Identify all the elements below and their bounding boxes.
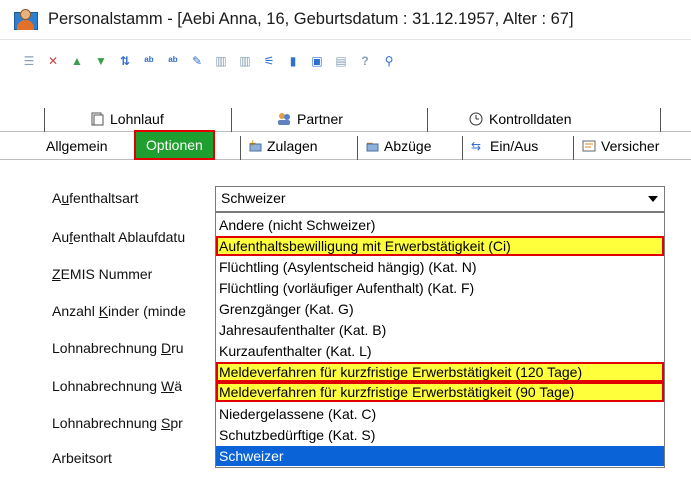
aufenthaltsart-dropdown-list: Andere (nicht Schweizer) Aufenthaltsbewi… <box>215 212 665 468</box>
option-schweizer[interactable]: Schweizer <box>216 446 664 466</box>
columns-icon[interactable]: ▥ <box>212 52 230 70</box>
indent-icon[interactable]: ☰ <box>20 52 38 70</box>
aufenthaltsart-select[interactable]: Schweizer <box>215 186 665 212</box>
tab-lohnlauf[interactable]: Lohnlauf <box>90 106 164 132</box>
toolbar: ☰ ✕ ▲ ▼ ⇅ ᵃᵇ ᵃᵇ ✎ ▥ ▥ ⚟ ▮ ▣ ▤ ? ⚲ <box>0 40 691 98</box>
svg-text:−: − <box>366 139 374 149</box>
option-niedergelassene[interactable]: Niedergelassene (Kat. C) <box>216 404 664 424</box>
edit-icon[interactable]: ✎ <box>188 52 206 70</box>
document-icon <box>90 112 104 126</box>
tab-optionen[interactable]: Optionen <box>134 130 215 160</box>
clock-icon <box>469 112 483 126</box>
option-fluechtling-n[interactable]: Flüchtling (Asylentscheid hängig) (Kat. … <box>216 257 664 277</box>
option-andere[interactable]: Andere (nicht Schweizer) <box>216 215 664 235</box>
tab-label: Optionen <box>146 137 203 153</box>
personnel-app-icon <box>14 8 40 32</box>
tab-label: Lohnlauf <box>110 111 164 127</box>
tab-label: Kontrolldaten <box>489 111 572 127</box>
option-fluechtling-f[interactable]: Flüchtling (vorläufiger Aufenthalt) (Kat… <box>216 278 664 298</box>
tab-row-upper: Lohnlauf Partner Kontrolldaten <box>0 106 691 132</box>
option-kurzaufenthalter[interactable]: Kurzaufenthalter (Kat. L) <box>216 341 664 361</box>
arrows-icon: ⇆ <box>471 139 482 153</box>
label-zemis-nummer: ZEMIS Nummer <box>52 266 153 282</box>
tab-zulagen[interactable]: + Zulagen <box>248 132 318 160</box>
chevron-down-icon[interactable] <box>642 187 664 211</box>
svg-text:+: + <box>249 139 257 149</box>
tab-kontrolldaten[interactable]: Kontrolldaten <box>469 106 572 132</box>
save-icon[interactable]: ▣ <box>308 52 326 70</box>
tab-partner[interactable]: Partner <box>277 106 343 132</box>
delete-row-icon[interactable]: ✕ <box>44 52 62 70</box>
columns-alt-icon[interactable]: ▥ <box>236 52 254 70</box>
label-aufenthaltsart: Aufenthaltsart <box>52 190 139 206</box>
arrow-up-icon[interactable]: ▲ <box>68 52 86 70</box>
chart-icon[interactable]: ▮ <box>284 52 302 70</box>
tab-versicherung[interactable]: Versicher <box>582 132 659 160</box>
merge-icon[interactable]: ⚟ <box>260 52 278 70</box>
tab-label: Versicher <box>601 138 660 154</box>
insurance-icon <box>582 139 596 153</box>
option-meldeverfahren-90[interactable]: Meldeverfahren für kurzfristige Erwerbst… <box>216 382 664 402</box>
minus-money-icon: − <box>365 139 379 153</box>
option-aufenthaltsbewilligung-ci[interactable]: Aufenthaltsbewilligung mit Erwerbstätigk… <box>216 236 664 256</box>
label-arbeitsort: Arbeitsort <box>52 450 112 466</box>
option-grenzgaenger[interactable]: Grenzgänger (Kat. G) <box>216 299 664 319</box>
plus-money-icon: + <box>248 139 262 153</box>
spellcheck-icon[interactable]: ᵃᵇ <box>140 52 158 70</box>
tab-label: Ein/Aus <box>490 138 539 154</box>
tab-label: Allgemein <box>46 138 108 154</box>
label-lohnabrechnung-sprache: Lohnabrechnung Spr <box>52 415 183 431</box>
option-schutzbeduerftige[interactable]: Schutzbedürftige (Kat. S) <box>216 425 664 445</box>
people-icon <box>277 112 291 126</box>
tab-abzuege[interactable]: − Abzüge <box>365 132 431 160</box>
tab-allgemein[interactable]: Allgemein <box>46 132 107 160</box>
help-icon[interactable]: ? <box>356 52 374 70</box>
arrow-down-icon[interactable]: ▼ <box>92 52 110 70</box>
label-anzahl-kinder: Anzahl Kinder (minde <box>52 303 186 319</box>
label-lohnabrechnung-druck: Lohnabrechnung Dru <box>52 340 184 356</box>
tab-label: Abzüge <box>384 138 432 154</box>
aufenthaltsart-value: Schweizer <box>221 190 286 206</box>
title-bar: Personalstamm - [Aebi Anna, 16, Geburtsd… <box>0 0 691 40</box>
tab-label: Partner <box>297 111 343 127</box>
calculator-icon[interactable]: ▤ <box>332 52 350 70</box>
sort-az-icon[interactable]: ⇅ <box>116 52 134 70</box>
tab-ein-aus[interactable]: ⇆ Ein/Aus <box>471 132 538 160</box>
spellcheck-field-icon[interactable]: ᵃᵇ <box>164 52 182 70</box>
label-aufenthalt-ablaufdatum: Aufenthalt Ablaufdatu <box>52 229 186 245</box>
tab-label: Zulagen <box>267 138 318 154</box>
window-title: Personalstamm - [Aebi Anna, 16, Geburtsd… <box>48 10 574 28</box>
option-meldeverfahren-120[interactable]: Meldeverfahren für kurzfristige Erwerbst… <box>216 362 664 382</box>
tab-row-lower: Allgemein Optionen + Zulagen − Abzüge ⇆ … <box>0 130 691 160</box>
option-jahresaufenthalter[interactable]: Jahresaufenthalter (Kat. B) <box>216 320 664 340</box>
label-lohnabrechnung-waehrung: Lohnabrechnung Wä <box>52 378 183 394</box>
search-icon[interactable]: ⚲ <box>380 52 398 70</box>
